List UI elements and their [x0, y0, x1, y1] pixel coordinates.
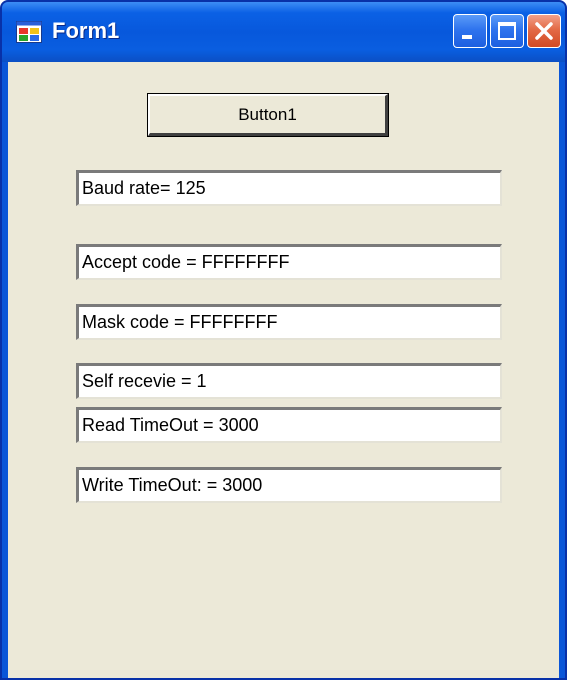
- read-timeout-textbox[interactable]: Read TimeOut = 3000: [76, 407, 502, 443]
- maximize-button[interactable]: [490, 14, 524, 48]
- accept-code-textbox[interactable]: Accept code = FFFFFFFF: [76, 244, 502, 280]
- write-timeout-textbox[interactable]: Write TimeOut: = 3000: [76, 467, 502, 503]
- close-button[interactable]: [527, 14, 561, 48]
- mask-code-textbox[interactable]: Mask code = FFFFFFFF: [76, 304, 502, 340]
- baud-rate-textbox[interactable]: Baud rate= 125: [76, 170, 502, 206]
- form-app-icon[interactable]: [16, 21, 42, 43]
- minimize-icon: [462, 35, 472, 39]
- minimize-button[interactable]: [453, 14, 487, 48]
- window-title: Form1: [52, 18, 120, 43]
- button1[interactable]: Button1: [147, 93, 389, 137]
- maximize-icon: [498, 22, 516, 40]
- close-icon: [535, 22, 553, 40]
- form1-window: Form1 Button1 Baud rate= 125 Accept code…: [0, 0, 567, 680]
- self-receive-textbox[interactable]: Self recevie = 1: [76, 363, 502, 399]
- title-bar[interactable]: Form1: [2, 2, 565, 62]
- form-client-area: Button1 Baud rate= 125 Accept code = FFF…: [8, 62, 559, 678]
